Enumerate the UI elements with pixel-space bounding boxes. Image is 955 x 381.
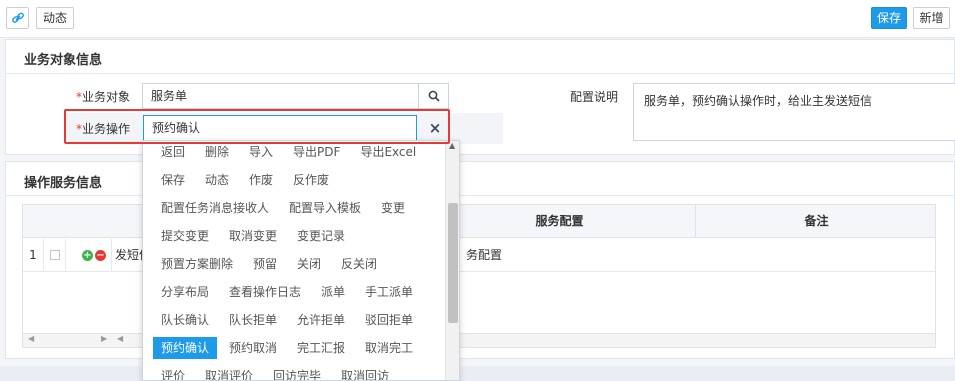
dropdown-option[interactable]: 完工汇报 (289, 337, 353, 359)
row-checkbox-cell (43, 239, 65, 272)
dropdown-option[interactable]: 关闭 (289, 253, 329, 275)
top-toolbar: 动态 保存 新增 (0, 0, 955, 38)
dropdown-row: 保存 动态 作废 反作废 (153, 169, 341, 191)
dropdown-option[interactable]: 队长拒单 (221, 309, 285, 331)
config-note-label: 配置说明 (569, 90, 618, 104)
dropdown-row: 返回 删除 导入 导出PDF 导出Excel (153, 141, 428, 163)
scroll-left-icon[interactable]: ◀ (28, 334, 34, 343)
dropdown-option[interactable]: 队长确认 (153, 309, 217, 331)
dropdown-option[interactable]: 保存 (153, 169, 193, 191)
panel-title: 业务对象信息 (24, 53, 103, 68)
add-row-icon[interactable]: + (82, 250, 93, 261)
dropdown-option[interactable]: 取消变更 (221, 225, 285, 247)
row-index: 1 (29, 248, 37, 262)
dropdown-option[interactable]: 删除 (197, 141, 237, 163)
dropdown-option[interactable]: 驳回拒单 (357, 309, 421, 331)
highlight-box (64, 109, 450, 144)
scroll-thumb[interactable] (448, 203, 458, 323)
dropdown-option[interactable]: 预留 (245, 253, 285, 275)
dropdown-row: 评价 取消评价 回访完毕 取消回访 (153, 365, 401, 380)
dropdown-option[interactable]: 作废 (241, 169, 281, 191)
dropdown-option[interactable]: 返回 (153, 141, 193, 163)
business-object-input[interactable]: 服务单 (142, 83, 419, 109)
link-icon-button[interactable] (6, 7, 29, 29)
dropdown-option[interactable]: 预置方案删除 (153, 253, 241, 275)
config-note-textarea[interactable]: 服务单，预约确认操作时，给业主发送短信 (633, 83, 955, 141)
dropdown-option[interactable]: 导入 (241, 141, 281, 163)
remove-row-icon[interactable]: − (95, 250, 106, 261)
dropdown-option[interactable]: 预约确认 (153, 337, 218, 359)
dropdown-row: 配置任务消息接收人 配置导入模板 变更 (153, 197, 417, 219)
dropdown-option[interactable]: 动态 (197, 169, 237, 191)
dropdown-row: 分享布局 查看操作日志 派单 手工派单 (153, 281, 425, 303)
dropdown-row: 队长确认 队长拒单 允许拒单 驳回拒单 (153, 309, 425, 331)
col-remark[interactable]: 备注 (695, 205, 937, 238)
dropdown-option[interactable]: 取消评价 (197, 365, 261, 380)
dropdown-row: 预约确认 预约取消 完工汇报 取消完工 (153, 337, 425, 359)
business-object-label: *业务对象 (66, 88, 130, 105)
dropdown-option[interactable]: 导出PDF (285, 141, 348, 163)
dropdown-row: 提交变更 取消变更 变更记录 (153, 225, 357, 247)
dropdown-option[interactable]: 变更记录 (289, 225, 353, 247)
dropdown-option[interactable]: 派单 (313, 281, 353, 303)
search-icon (428, 90, 440, 102)
dynamic-button[interactable]: 动态 (36, 7, 74, 29)
dropdown-option[interactable]: 评价 (153, 365, 193, 380)
dropdown-option[interactable]: 分享布局 (153, 281, 217, 303)
dropdown-option[interactable]: 取消回访 (333, 365, 397, 380)
dropdown-option[interactable]: 配置任务消息接收人 (153, 197, 277, 219)
business-object-label-text: 业务对象 (81, 90, 130, 104)
divider (6, 73, 954, 74)
scroll-right-icon[interactable]: ▶ (101, 334, 107, 343)
dropdown-option[interactable]: 回访完毕 (265, 365, 329, 380)
scroll-left-icon[interactable]: ◀ (117, 334, 123, 343)
row-actions: + − (65, 239, 110, 272)
save-button[interactable]: 保存 (871, 7, 907, 29)
search-button[interactable] (418, 83, 449, 109)
operation-dropdown[interactable]: 返回 删除 导入 导出PDF 导出Excel 保存 动态 作废 反作废 配置任务消息接收人 配置导入… (142, 140, 460, 381)
dropdown-option[interactable]: 配置导入模板 (281, 197, 369, 219)
dropdown-option[interactable]: 取消完工 (357, 337, 421, 359)
dropdown-option[interactable]: 反关闭 (333, 253, 385, 275)
dropdown-option[interactable]: 导出Excel (352, 141, 424, 163)
dropdown-option[interactable]: 查看操作日志 (221, 281, 309, 303)
dropdown-scrollbar[interactable]: ▲ (445, 141, 459, 380)
col-service-config[interactable]: 服务配置 (423, 205, 695, 238)
dropdown-option[interactable]: 变更 (373, 197, 413, 219)
panel-title: 操作服务信息 (24, 176, 103, 191)
add-button[interactable]: 新增 (913, 7, 950, 29)
link-icon (11, 12, 24, 23)
dropdown-option[interactable]: 提交变更 (153, 225, 217, 247)
dropdown-option[interactable]: 允许拒单 (289, 309, 353, 331)
dropdown-option[interactable]: 预约取消 (221, 337, 285, 359)
row-checkbox[interactable] (49, 250, 60, 260)
row-service-config: 务配置 (466, 248, 503, 262)
dropdown-row: 预置方案删除 预留 关闭 反关闭 (153, 253, 389, 275)
dropdown-option[interactable]: 反作废 (285, 169, 337, 191)
dropdown-option[interactable]: 手工派单 (357, 281, 421, 303)
